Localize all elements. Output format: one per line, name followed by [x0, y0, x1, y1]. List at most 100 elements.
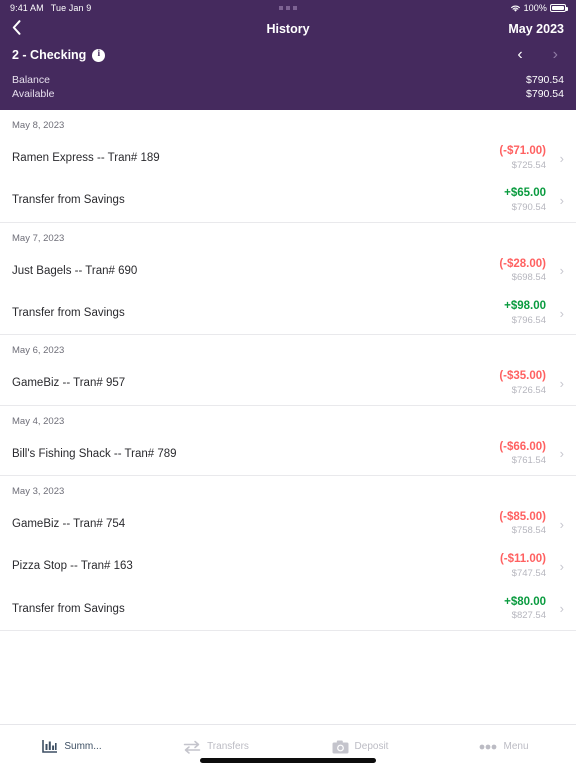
available-row: Available $790.54 [12, 87, 564, 101]
transaction-amount: (-$85.00) [499, 510, 546, 523]
battery-percent-label: 100% [523, 3, 547, 13]
tab-label: Menu [503, 741, 529, 752]
transaction-description: Transfer from Savings [12, 307, 125, 320]
chevron-right-icon[interactable]: › [546, 560, 564, 573]
home-indicator [200, 758, 376, 763]
transaction-values: (-$85.00) $758.54 [499, 510, 546, 538]
transaction-description: GameBiz -- Tran# 754 [12, 518, 126, 531]
group-date-label: May 4, 2023 [12, 415, 65, 427]
status-time: 9:41 AM [10, 3, 44, 13]
balance-value: $790.54 [526, 74, 564, 86]
running-balance: $796.54 [511, 314, 546, 326]
transaction-amount: (-$71.00) [499, 145, 546, 157]
transaction-group: May 3, 2023 GameBiz -- Tran# 754 (-$85.00)… [0, 476, 576, 631]
transaction-group: May 4, 2023 Bill's Fishing Shack -- Tran#… [0, 406, 576, 476]
running-balance: $725.54 [511, 159, 546, 171]
transaction-group: May 7, 2023 Just Bagels -- Tran# 690 (-$28… [0, 223, 576, 336]
status-date: Tue Jan 9 [50, 3, 92, 13]
tab-label: Deposit [354, 741, 389, 752]
ellipsis-icon [479, 744, 497, 750]
available-value: $790.54 [526, 88, 564, 100]
transaction-amount: (-$28.00) [499, 257, 546, 270]
group-date-label: May 3, 2023 [12, 485, 65, 497]
transaction-amount: +$65.00 [504, 187, 546, 200]
chevron-right-icon[interactable]: › [546, 518, 564, 531]
tab-label: Summ... [64, 741, 102, 752]
next-account-button[interactable]: › [553, 47, 558, 63]
transaction-list: May 8, 2023 Ramen Express -- Tran# 189 (-$… [0, 110, 576, 724]
tab-menu[interactable]: Menu [432, 741, 576, 752]
wifi-icon [510, 4, 521, 13]
info-icon[interactable]: i [92, 48, 106, 62]
transaction-description: Transfer from Savings [12, 602, 125, 615]
table-row[interactable]: Just Bagels -- Tran# 690 (-$28.00) $698.54… [0, 250, 576, 292]
balance-row: Balance $790.54 [12, 73, 564, 87]
account-name: 2 - Checking [12, 48, 87, 62]
table-row[interactable]: GameBiz -- Tran# 957 (-$35.00) $726.54 › [0, 362, 576, 404]
table-row[interactable]: Transfer from Savings +$65.00 $790.54 › [0, 179, 576, 221]
transaction-description: Just Bagels -- Tran# 690 [12, 264, 138, 277]
dot-icon [293, 6, 297, 10]
group-date-label: May 8, 2023 [12, 120, 65, 131]
chevron-right-icon[interactable]: › [546, 377, 564, 390]
running-balance: $758.54 [511, 525, 546, 537]
account-header: 2 - Checking i ‹ › Balance $790.54 Avail… [0, 42, 576, 110]
group-date-label: May 6, 2023 [12, 345, 65, 357]
transfer-arrows-icon [183, 740, 201, 754]
table-row[interactable]: Transfer from Savings +$98.00 $796.54 › [0, 292, 576, 334]
account-pager: ‹ › [517, 47, 564, 63]
running-balance: $761.54 [511, 455, 546, 467]
page-title: History [266, 22, 310, 36]
transaction-values: (-$28.00) $698.54 [499, 257, 546, 285]
transaction-values: +$98.00 $796.54 [504, 299, 546, 327]
status-bar: 9:41 AM Tue Jan 9 100% [0, 0, 576, 16]
transaction-values: (-$11.00) $747.54 [500, 552, 546, 580]
transaction-amount: (-$35.00) [499, 370, 546, 383]
transaction-values: +$80.00 $827.54 [504, 595, 546, 623]
transaction-values: (-$66.00) $761.54 [499, 440, 546, 468]
transaction-amount: (-$66.00) [499, 440, 546, 453]
transaction-values: (-$71.00) $725.54 [499, 144, 546, 172]
transaction-description: Transfer from Savings [12, 194, 125, 207]
app-screen: 9:41 AM Tue Jan 9 100% History May 2023 … [0, 0, 576, 768]
transaction-description: Pizza Stop -- Tran# 163 [12, 560, 133, 573]
camera-icon [332, 740, 349, 754]
table-row[interactable]: Pizza Stop -- Tran# 163 (-$11.00) $747.54 › [0, 545, 576, 587]
table-row[interactable]: GameBiz -- Tran# 754 (-$85.00) $758.54 › [0, 503, 576, 545]
transaction-group: May 8, 2023 Ramen Express -- Tran# 189 (-$… [0, 110, 576, 223]
running-balance: $827.54 [511, 610, 546, 622]
chevron-right-icon[interactable]: › [546, 447, 564, 460]
balance-label: Balance [12, 74, 50, 86]
navigation-bar: History May 2023 [0, 16, 576, 42]
back-button[interactable] [12, 19, 21, 39]
previous-account-button[interactable]: ‹ [517, 47, 522, 63]
transaction-amount: +$80.00 [504, 595, 546, 608]
running-balance: $726.54 [511, 384, 546, 396]
transaction-description: GameBiz -- Tran# 957 [12, 377, 126, 390]
table-row[interactable]: Ramen Express -- Tran# 189 (-$71.00) $725.… [0, 137, 576, 179]
tab-label: Transfers [207, 741, 249, 752]
chevron-right-icon[interactable]: › [546, 194, 564, 207]
chevron-right-icon[interactable]: › [546, 264, 564, 277]
running-balance: $790.54 [511, 201, 546, 213]
tab-transfers[interactable]: Transfers [144, 740, 288, 754]
transaction-values: (-$35.00) $726.54 [499, 369, 546, 397]
transaction-amount: +$98.00 [504, 299, 546, 312]
chevron-right-icon[interactable]: › [546, 307, 564, 320]
available-label: Available [12, 88, 55, 100]
group-date-label: May 7, 2023 [12, 232, 65, 244]
running-balance: $698.54 [511, 272, 546, 284]
tab-deposit[interactable]: Deposit [288, 740, 432, 754]
table-row[interactable]: Transfer from Savings +$80.00 $827.54 › [0, 588, 576, 630]
transaction-description: Bill's Fishing Shack -- Tran# 789 [12, 447, 177, 460]
transaction-amount: (-$11.00) [499, 553, 546, 566]
transaction-group: May 6, 2023 GameBiz -- Tran# 957 (-$35.00)… [0, 335, 576, 406]
month-label: May 2023 [508, 22, 564, 36]
dot-icon [279, 6, 283, 10]
chevron-right-icon[interactable]: › [546, 152, 564, 165]
table-row[interactable]: Bill's Fishing Shack -- Tran# 789 (-$66.0… [0, 433, 576, 475]
tab-summ[interactable]: Summ... [0, 739, 144, 754]
chevron-right-icon[interactable]: › [546, 602, 564, 615]
dynamic-island-indicator [279, 6, 297, 10]
dot-icon [286, 6, 290, 10]
